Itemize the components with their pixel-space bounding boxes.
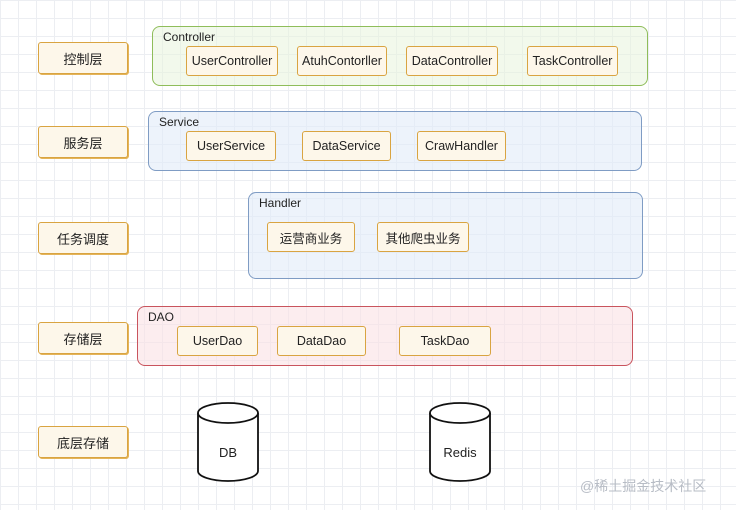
other-crawler-business-node: 其他爬虫业务 xyxy=(377,222,469,252)
craw-handler-node: CrawHandler xyxy=(417,131,506,161)
data-controller-node: DataController xyxy=(406,46,498,76)
layer-label-base-storage: 底层存储 xyxy=(38,426,128,458)
user-service-node: UserService xyxy=(186,131,276,161)
service-group-title: Service xyxy=(159,115,200,129)
db-cylinder: DB xyxy=(196,401,260,483)
dao-group-title: DAO xyxy=(148,310,175,324)
db-label: DB xyxy=(218,445,238,460)
operator-business-node: 运营商业务 xyxy=(267,222,355,252)
data-service-node: DataService xyxy=(302,131,391,161)
redis-cylinder: Redis xyxy=(428,401,492,483)
atuh-contorller-node: AtuhContorller xyxy=(297,46,387,76)
user-controller-node: UserController xyxy=(186,46,278,76)
redis-label: Redis xyxy=(443,445,477,460)
handler-group-title: Handler xyxy=(259,196,302,210)
watermark: @稀土掘金技术社区 xyxy=(580,478,707,494)
task-controller-node: TaskController xyxy=(527,46,618,76)
task-dao-node: TaskDao xyxy=(399,326,491,356)
layer-label-scheduling: 任务调度 xyxy=(38,222,128,254)
controller-group-title: Controller xyxy=(163,30,216,44)
user-dao-node: UserDao xyxy=(177,326,258,356)
layer-label-control: 控制层 xyxy=(38,42,128,74)
redis-cylinder-icon xyxy=(429,402,491,482)
data-dao-node: DataDao xyxy=(277,326,366,356)
layer-label-service: 服务层 xyxy=(38,126,128,158)
db-cylinder-icon xyxy=(197,402,259,482)
layer-label-storage: 存储层 xyxy=(38,322,128,354)
